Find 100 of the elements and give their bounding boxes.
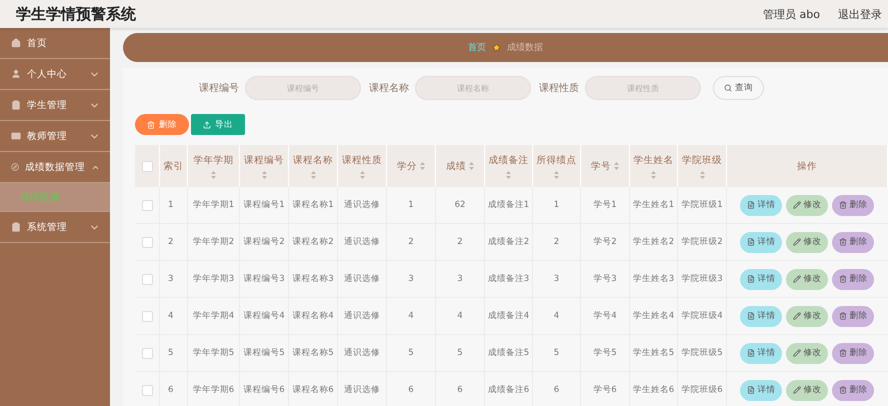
table-cell: 学生姓名6 xyxy=(632,384,674,396)
select-all-checkbox[interactable] xyxy=(142,160,152,172)
delete-button[interactable]: 删除 xyxy=(832,306,874,326)
compass-icon xyxy=(11,162,20,172)
edit-button[interactable]: 修改 xyxy=(786,342,828,364)
table-cell: 学院班级5 xyxy=(681,347,723,359)
edit-button[interactable]: 修改 xyxy=(786,194,828,216)
star-icon xyxy=(492,43,501,52)
search-field[interactable]: 课程编号 xyxy=(245,76,361,100)
delete-button[interactable]: 删除 xyxy=(135,114,189,135)
table-cell: 课程编号4 xyxy=(243,310,285,322)
search-field[interactable]: 课程性质 xyxy=(585,76,701,100)
detail-button[interactable]: 详情 xyxy=(740,268,782,290)
table-cell: 1 xyxy=(168,200,174,210)
sort-icon[interactable] xyxy=(651,170,656,178)
table-cell: 5 xyxy=(408,348,414,358)
home-icon xyxy=(11,38,21,48)
table-cell: 课程名称3 xyxy=(292,273,334,285)
query-button[interactable]: 查询 xyxy=(713,76,764,100)
delete-button[interactable]: 删除 xyxy=(832,380,874,400)
sort-icon[interactable] xyxy=(310,170,316,178)
sort-icon[interactable] xyxy=(700,170,704,178)
table-cell: 学号5 xyxy=(593,347,617,359)
table-cell: 学年学期1 xyxy=(192,199,234,211)
row-checkbox[interactable] xyxy=(142,200,152,210)
column-header[interactable]: 成绩备注 xyxy=(485,145,533,187)
clipboard-icon xyxy=(11,222,21,232)
column-header[interactable]: 学分 xyxy=(387,145,436,187)
delete-button[interactable]: 删除 xyxy=(832,194,874,216)
detail-button[interactable]: 详情 xyxy=(740,232,782,252)
admin-name: 管理员 abo xyxy=(763,6,820,22)
detail-button[interactable]: 详情 xyxy=(740,194,782,216)
sort-icon[interactable] xyxy=(420,162,425,170)
detail-button[interactable]: 详情 xyxy=(740,306,782,326)
edit-button[interactable]: 修改 xyxy=(786,232,828,252)
table-cell: 学院班级1 xyxy=(681,199,723,211)
column-header: 操作 xyxy=(727,145,888,187)
column-header[interactable]: 课程性质 xyxy=(338,145,387,187)
table-cell: 4 xyxy=(168,311,174,321)
detail-button[interactable]: 详情 xyxy=(740,380,782,400)
table-cell: 课程编号6 xyxy=(243,384,285,396)
table-cell: 成绩备注3 xyxy=(488,273,530,285)
table-cell: 学号2 xyxy=(593,236,617,248)
sidebar-item[interactable]: 系统管理 xyxy=(0,212,110,243)
search-field[interactable]: 课程名称 xyxy=(415,76,531,100)
table-cell: 通识选修 xyxy=(344,273,380,285)
column-header: 索引 xyxy=(160,145,188,187)
trash-icon xyxy=(838,238,846,246)
sort-icon[interactable] xyxy=(614,162,619,170)
column-header[interactable]: 学生姓名 xyxy=(630,145,678,187)
sort-icon[interactable] xyxy=(360,170,364,178)
sidebar-item[interactable]: 教师管理 xyxy=(0,121,110,152)
column-header[interactable]: 学院班级 xyxy=(678,145,727,187)
trash-icon xyxy=(838,312,846,320)
row-checkbox[interactable] xyxy=(142,274,152,284)
edit-button[interactable]: 修改 xyxy=(786,380,828,400)
logout-link[interactable]: 退出登录 xyxy=(838,6,882,22)
row-checkbox[interactable] xyxy=(142,384,152,396)
table-cell: 课程名称5 xyxy=(292,347,334,359)
sidebar-item[interactable]: 首页 xyxy=(0,28,110,59)
sort-icon[interactable] xyxy=(554,170,559,178)
table-cell: 课程名称1 xyxy=(292,199,334,211)
document-icon xyxy=(746,238,754,246)
sidebar-item[interactable]: 学生管理 xyxy=(0,90,110,121)
table-cell: 1 xyxy=(408,200,414,210)
row-checkbox[interactable] xyxy=(142,236,152,248)
edit-button[interactable]: 修改 xyxy=(786,306,828,326)
table-cell: 学院班级4 xyxy=(681,310,723,322)
table-cell: 学生姓名3 xyxy=(632,273,674,285)
breadcrumb-link[interactable]: 首页 xyxy=(468,41,486,54)
export-button[interactable]: 导出 xyxy=(191,114,245,135)
column-header[interactable]: 所得绩点 xyxy=(533,145,581,187)
delete-button[interactable]: 删除 xyxy=(832,342,874,364)
column-header[interactable]: 学年学期 xyxy=(188,145,240,187)
column-header[interactable]: 成绩 xyxy=(436,145,485,187)
edit-button[interactable]: 修改 xyxy=(786,268,828,290)
delete-button[interactable]: 删除 xyxy=(832,232,874,252)
column-header[interactable]: 课程名称 xyxy=(289,145,338,187)
row-checkbox[interactable] xyxy=(142,310,152,322)
column-header[interactable]: 课程编号 xyxy=(240,145,289,187)
table-cell: 学年学期2 xyxy=(192,236,234,248)
user-icon xyxy=(11,69,21,79)
table-cell: 成绩备注4 xyxy=(488,310,530,322)
sort-icon[interactable] xyxy=(211,170,216,178)
sort-icon[interactable] xyxy=(506,170,511,178)
clipboard-icon xyxy=(11,100,21,110)
sidebar-item[interactable]: 个人中心 xyxy=(0,59,110,90)
table-cell: 学号4 xyxy=(593,310,617,322)
pencil-icon xyxy=(792,201,800,209)
sort-icon[interactable] xyxy=(262,170,266,178)
table-cell: 课程名称2 xyxy=(292,236,334,248)
table-cell: 学年学期4 xyxy=(192,310,234,322)
sort-icon[interactable] xyxy=(469,162,474,170)
row-checkbox[interactable] xyxy=(142,348,152,358)
column-header[interactable]: 学号 xyxy=(581,145,630,187)
table-cell: 2 xyxy=(168,237,174,247)
delete-button[interactable]: 删除 xyxy=(832,268,874,290)
trash-icon xyxy=(838,275,846,283)
breadcrumb-current: 成绩数据 xyxy=(507,42,543,54)
detail-button[interactable]: 详情 xyxy=(740,342,782,364)
